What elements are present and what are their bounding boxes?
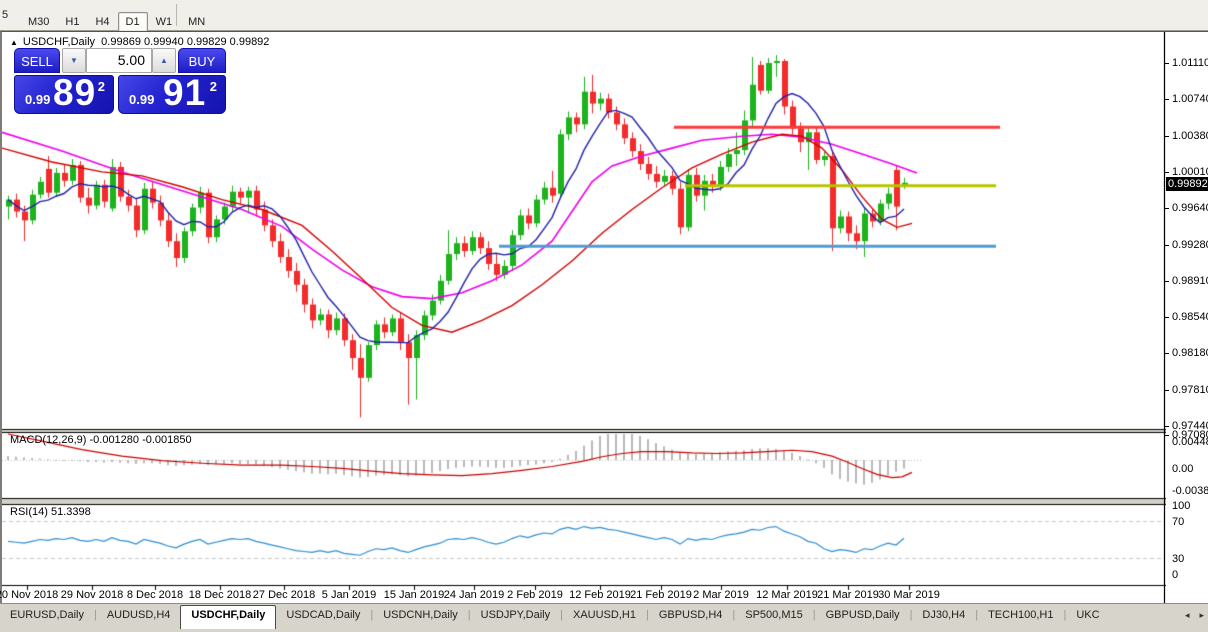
price-axis-label: 0.99280 (1172, 239, 1208, 251)
price-axis-label: 1.01110 (1172, 57, 1208, 69)
chart-tab-tech100-h1[interactable]: TECH100,H1 (978, 606, 1063, 629)
date-axis-label: 27 Dec 2018 (252, 589, 316, 601)
chart-tab-usdcnh-daily[interactable]: USDCNH,Daily (373, 606, 468, 629)
chart-tab-ukc[interactable]: UKC (1066, 606, 1109, 629)
timeframe-button-d1[interactable]: D1 (117, 12, 148, 32)
price-axis-tick (1164, 426, 1169, 427)
current-price-tag: 0.99892 (1166, 177, 1208, 191)
ohlc-close: 0.99892 (229, 36, 270, 48)
date-axis-label: 20 Nov 2018 (0, 589, 59, 601)
chart-canvas[interactable] (2, 32, 1166, 604)
volume-decrease-button[interactable]: ▼ (62, 48, 86, 73)
ohlc-high: 0.99940 (144, 36, 184, 48)
price-axis-label: 1.00740 (1172, 93, 1208, 105)
price-axis-tick (1164, 317, 1169, 318)
indicator-axis-label: -0.003883 (1172, 485, 1208, 497)
price-axis-border (1164, 32, 1165, 604)
price-axis-label: 0.98540 (1172, 311, 1208, 323)
date-axis-label: 12 Mar 2019 (756, 589, 818, 601)
sell-button[interactable]: SELL (14, 48, 60, 73)
price-axis-label: 0.99640 (1172, 202, 1208, 214)
mt-trading-window: 5M30 H1 H4 D1 W1 MN ▲ USDCHF,Daily 0.99869 0.9… (0, 0, 1208, 632)
date-axis-label: 2 Mar 2019 (693, 589, 749, 601)
price-axis-tick (1164, 136, 1169, 137)
price-axis-tick (1164, 390, 1169, 391)
buy-price-small: 0.99 (129, 92, 155, 107)
timeframe-button-mn[interactable]: MN (180, 12, 213, 32)
buy-price-panel[interactable]: 0.99 91 2 (118, 72, 226, 114)
date-axis-label: 12 Feb 2019 (569, 589, 631, 601)
date-axis-label: 18 Dec 2018 (188, 589, 252, 601)
price-axis-tick (1164, 245, 1169, 246)
price-axis-tick (1164, 353, 1169, 354)
macd-indicator-label: MACD(12,26,9) -0.001280 -0.001850 (10, 434, 192, 446)
rsi-indicator-label: RSI(14) 51.3398 (10, 506, 91, 518)
chart-tab-gbpusd-daily[interactable]: GBPUSD,Daily (816, 606, 910, 629)
buy-price-sup: 2 (209, 79, 217, 94)
timeframe-button-h4[interactable]: H4 (87, 12, 117, 32)
price-axis-label: 0.98180 (1172, 347, 1208, 359)
volume-increase-button[interactable]: ▲ (152, 48, 176, 73)
chart-tab-bar: EURUSD,Daily | AUDUSD,H4 USDCHF,Daily USDCAD… (0, 603, 1208, 632)
sell-price-panel[interactable]: 0.99 89 2 (14, 72, 114, 114)
price-axis-tick (1164, 281, 1169, 282)
date-axis-label: 8 Dec 2018 (126, 589, 184, 601)
timeframe-button-5[interactable]: 5 (0, 5, 20, 25)
date-axis-label: 29 Nov 2018 (60, 589, 124, 601)
price-axis-label: 0.97810 (1172, 384, 1208, 396)
buy-price-big: 91 (163, 72, 207, 113)
date-axis-label: 21 Feb 2019 (630, 589, 692, 601)
timeframe-button-h1[interactable]: H1 (57, 12, 87, 32)
chart-tab-usdjpy-daily[interactable]: USDJPY,Daily (471, 606, 561, 629)
price-axis-label: 1.00380 (1172, 130, 1208, 142)
tab-scroll-buttons: ◂ ▸ (1175, 610, 1204, 621)
buy-button[interactable]: BUY (178, 48, 226, 73)
tab-scroll-right-icon[interactable]: ▸ (1199, 610, 1204, 620)
price-axis-tick (1164, 208, 1169, 209)
date-axis-label: 2 Feb 2019 (507, 589, 563, 601)
indicator-axis-label: 70 (1172, 516, 1185, 528)
sell-price-sup: 2 (97, 79, 105, 94)
date-axis-label: 21 Mar 2019 (817, 589, 879, 601)
chart-tab-dj30-h4[interactable]: DJ30,H4 (912, 606, 975, 629)
tab-scroll-left-icon[interactable]: ◂ (1185, 610, 1190, 620)
date-axis-label: 5 Jan 2019 (321, 589, 377, 601)
symbol-label: USDCHF,Daily (22, 36, 96, 48)
chart-tab-gbpusd-h4[interactable]: GBPUSD,H4 (649, 606, 733, 629)
rsi-value: 51.3398 (50, 506, 91, 518)
toolbar-separator (176, 4, 177, 26)
price-axis-tick (1164, 435, 1169, 436)
chart-header: ▲ USDCHF,Daily 0.99869 0.99940 0.99829 0.… (10, 36, 269, 48)
timeframe-button-m30[interactable]: M30 (20, 12, 57, 32)
chart-tab-eurusd-daily[interactable]: EURUSD,Daily (0, 606, 94, 629)
chart-tab-usdcad-daily[interactable]: USDCAD,Daily (276, 606, 370, 629)
ohlc-open: 0.99869 (101, 36, 141, 48)
indicator-axis-label: 100 (1172, 500, 1191, 512)
sell-price-big: 89 (53, 72, 97, 113)
indicator-axis-label: 30 (1172, 553, 1185, 565)
chart-tab-sp500-m15[interactable]: SP500,M15 (735, 606, 812, 629)
ohlc-low: 0.99829 (186, 36, 227, 48)
chart-window: ▲ USDCHF,Daily 0.99869 0.99940 0.99829 0.… (0, 31, 1208, 604)
date-axis-label: 30 Mar 2019 (878, 589, 940, 601)
indicator-axis-label: 0.00 (1172, 463, 1194, 475)
collapse-trade-panel-icon[interactable]: ▲ (10, 38, 18, 47)
indicator-axis-label: 0 (1172, 569, 1179, 581)
indicator-axis-label: 0.004487 (1172, 436, 1208, 448)
timeframe-toolbar: 5M30 H1 H4 D1 W1 MN (0, 0, 1208, 32)
chart-tab-usdchf-daily[interactable]: USDCHF,Daily (180, 605, 277, 629)
sell-price-small: 0.99 (25, 92, 51, 107)
macd-values: -0.001280 -0.001850 (89, 434, 192, 446)
price-axis-tick (1164, 63, 1169, 64)
date-axis-label: 24 Jan 2019 (443, 589, 505, 601)
chart-tab-xauusd-h1[interactable]: XAUUSD,H1 (563, 606, 646, 629)
chart-tab-audusd-h4[interactable]: AUDUSD,H4 (97, 606, 181, 629)
price-axis-tick (1164, 172, 1169, 173)
price-axis-tick (1164, 99, 1169, 100)
price-axis-label: 0.98910 (1172, 275, 1208, 287)
date-axis-label: 15 Jan 2019 (383, 589, 445, 601)
volume-input[interactable]: 5.00 (86, 48, 152, 73)
